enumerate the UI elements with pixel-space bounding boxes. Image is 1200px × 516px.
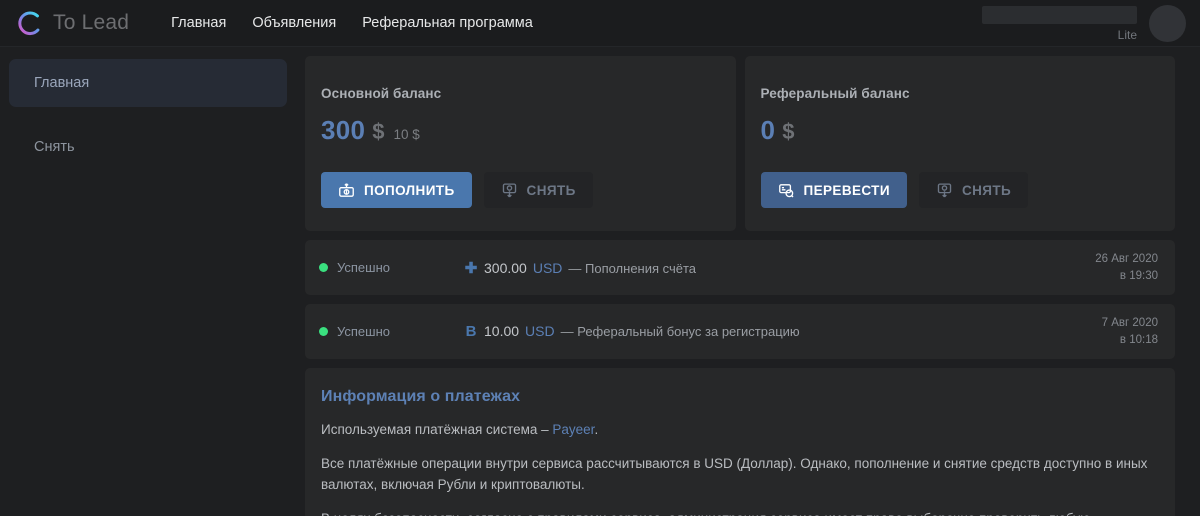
deposit-button-label: ПОПОЛНИТЬ	[364, 182, 455, 198]
bonus-icon: B	[465, 323, 477, 340]
main-balance-card: Основной баланс 300 $ 10 $ ПОПОЛНИТЬ СНЯ…	[305, 56, 736, 231]
balance-cards-row: Основной баланс 300 $ 10 $ ПОПОЛНИТЬ СНЯ…	[305, 56, 1175, 231]
withdraw-button-label: СНЯТЬ	[526, 182, 576, 198]
referral-balance-actions: ПЕРЕВЕСТИ СНЯТЬ	[760, 172, 1176, 208]
transaction-time: в 19:30	[1119, 269, 1158, 282]
transaction-date: 7 Авг 2020	[1101, 316, 1158, 329]
status-dot-icon	[319, 263, 328, 272]
status-label: Успешно	[337, 260, 390, 275]
transaction-amount: 10.00	[484, 323, 520, 339]
sidebar-item-label: Главная	[34, 75, 90, 91]
sidebar-item-home[interactable]: Главная	[9, 59, 287, 107]
user-avatar-icon[interactable]	[1149, 5, 1186, 42]
account-summary: Lite	[982, 6, 1137, 41]
withdraw-button[interactable]: СНЯТЬ	[483, 172, 593, 208]
withdraw-icon	[502, 182, 516, 197]
deposit-button[interactable]: ПОПОЛНИТЬ	[321, 172, 472, 208]
withdraw-referral-button[interactable]: СНЯТЬ	[918, 172, 1029, 208]
deposit-icon	[339, 182, 354, 197]
transaction-currency: USD	[532, 259, 563, 276]
transaction-currency: USD	[525, 323, 555, 339]
top-navigation-bar: To Lead Главная Объявления Реферальная п…	[0, 0, 1200, 47]
nav-links: Главная Объявления Реферальная программа	[171, 15, 533, 31]
transaction-details: ✚ 300.00 USD — Пополнения счёта	[464, 259, 1095, 277]
payment-system-line: Используемая платёжная система – Payeer.	[321, 420, 1153, 440]
main-balance-actions: ПОПОЛНИТЬ СНЯТЬ	[321, 172, 736, 208]
payeer-link[interactable]: Payeer	[552, 422, 594, 437]
status-label: Успешно	[337, 324, 390, 339]
brand-name: To Lead	[53, 11, 130, 34]
payment-system-prefix: Используемая платёжная система –	[321, 422, 553, 437]
transaction-list: Успешно ✚ 300.00 USD — Пополнения счёта …	[305, 240, 1175, 359]
transaction-timestamp: 7 Авг 2020 в 10:18	[1102, 315, 1158, 348]
plan-badge: Lite	[1117, 28, 1137, 42]
referral-balance-card: Реферальный баланс 0 $ ПЕРЕВЕСТИ СНЯТЬ	[744, 56, 1176, 231]
nav-link-announcements[interactable]: Объявления	[252, 15, 336, 31]
transaction-description: — Пополнения счёта	[568, 260, 697, 276]
main-content: Основной баланс 300 $ 10 $ ПОПОЛНИТЬ СНЯ…	[296, 47, 1200, 516]
topbar-account-area: Lite	[982, 0, 1200, 47]
nav-link-referral-program[interactable]: Реферальная программа	[362, 15, 533, 31]
card-title: Реферальный баланс	[760, 86, 910, 101]
sidebar: Главная Снять	[0, 47, 296, 516]
nav-link-home[interactable]: Главная	[171, 15, 226, 31]
circle-c-logo-icon	[18, 11, 40, 36]
balance-value: 300	[321, 115, 366, 145]
transfer-button-label: ПЕРЕВЕСТИ	[803, 182, 890, 198]
transaction-timestamp: 26 Авг 2020 в 19:30	[1095, 251, 1158, 284]
status-badge: Успешно	[319, 260, 464, 275]
page-title: Информация о платежах	[321, 388, 521, 405]
balance-amount: 300 $ 10 $	[321, 115, 736, 146]
balance-currency: $	[372, 119, 385, 144]
balance-loading-placeholder	[982, 6, 1137, 24]
info-paragraph-security: В целях безопасности, согласно с правила…	[321, 509, 1153, 516]
transfer-button[interactable]: ПЕРЕВЕСТИ	[760, 172, 907, 208]
transaction-date: 26 Авг 2020	[1095, 252, 1158, 265]
withdraw-button-label: СНЯТЬ	[961, 182, 1012, 198]
transaction-amount: 300.00	[484, 259, 527, 276]
balance-currency: $	[782, 119, 795, 144]
status-badge: Успешно	[319, 324, 464, 339]
transaction-details: B 10.00 USD — Реферальный бонус за регис…	[464, 323, 1102, 340]
balance-value: 0	[760, 115, 776, 145]
transfer-icon	[778, 183, 793, 197]
withdraw-icon	[937, 182, 952, 197]
sidebar-item-withdraw[interactable]: Снять	[9, 123, 287, 171]
brand-logo[interactable]: To Lead	[14, 8, 129, 38]
transaction-time: в 10:18	[1119, 333, 1158, 346]
table-row[interactable]: Успешно B 10.00 USD — Реферальный бонус …	[305, 304, 1175, 359]
sidebar-item-label: Снять	[34, 139, 75, 155]
plus-icon: ✚	[464, 259, 478, 277]
payment-system-suffix: .	[594, 422, 599, 437]
payment-info-panel: Информация о платежах Используемая платё…	[305, 368, 1175, 516]
transaction-description: — Реферальный бонус за регистрацию	[560, 324, 800, 339]
app-root: To Lead Главная Объявления Реферальная п…	[0, 0, 1200, 516]
info-paragraph-currency: Все платёжные операции внутри сервиса ра…	[321, 456, 1148, 492]
table-row[interactable]: Успешно ✚ 300.00 USD — Пополнения счёта …	[305, 240, 1175, 295]
card-title: Основной баланс	[321, 86, 442, 101]
balance-amount: 0 $	[761, 115, 1176, 146]
balance-secondary-value: 10 $	[393, 127, 420, 142]
status-dot-icon	[319, 327, 328, 336]
